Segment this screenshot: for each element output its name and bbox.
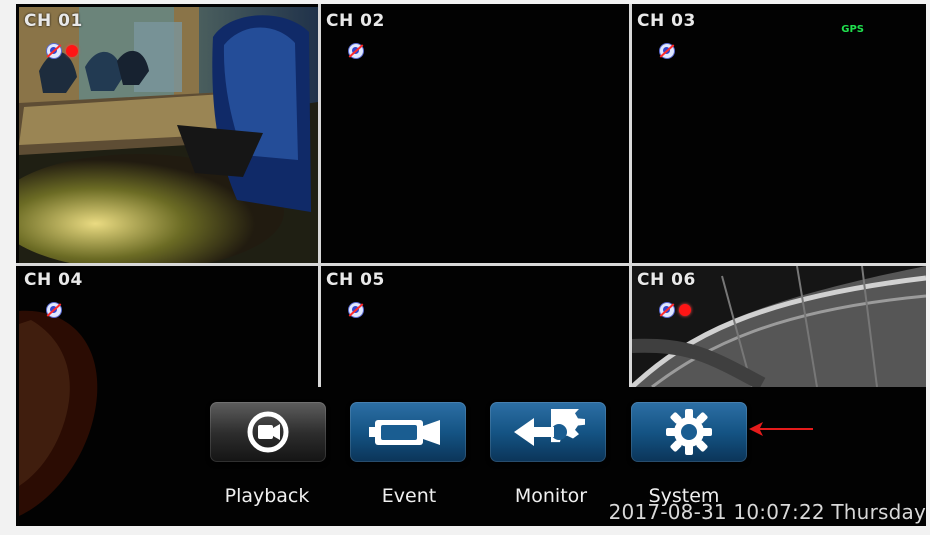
- no-audio-icon: [46, 43, 62, 59]
- monitor-gear-arrow-icon: [514, 409, 585, 446]
- channel-status-icons: [46, 302, 62, 318]
- main-menu-bar: Playback Event Monitor System 2017-08-31…: [196, 387, 926, 526]
- event-label: Event: [381, 485, 437, 507]
- dvr-screen: CH 01 CH 02 CH 03 GPS CH 04 CH 05 CH 06 …: [16, 4, 926, 526]
- channel-label: CH 03: [637, 11, 696, 31]
- channel-01-view[interactable]: CH 01: [19, 7, 318, 263]
- channel-06-view[interactable]: CH 06: [632, 266, 926, 387]
- channel-02-view[interactable]: CH 02: [321, 7, 629, 263]
- monitor-button[interactable]: [490, 402, 606, 462]
- playback-label: Playback: [224, 485, 310, 507]
- channel-03-view[interactable]: CH 03 GPS: [632, 7, 926, 263]
- gps-status: GPS: [841, 24, 864, 35]
- channel-status-icons: [46, 43, 78, 59]
- recording-indicator-icon: [66, 45, 78, 57]
- channel-status-icons: [348, 43, 364, 59]
- channel-status-icons: [659, 43, 675, 59]
- event-button[interactable]: [350, 402, 466, 462]
- channel-status-icons: [659, 302, 691, 318]
- channel-label: CH 05: [326, 270, 385, 290]
- gear-icon: [666, 409, 712, 455]
- system-datetime: 2017-08-31 10:07:22 Thursday: [608, 500, 926, 524]
- no-audio-icon: [348, 43, 364, 59]
- system-button[interactable]: [631, 402, 747, 462]
- no-audio-icon: [659, 302, 675, 318]
- event-menu-item[interactable]: Event: [350, 387, 480, 507]
- channel-label: CH 06: [637, 270, 696, 290]
- no-audio-icon: [659, 43, 675, 59]
- channel-label: CH 04: [24, 270, 83, 290]
- playback-button[interactable]: [210, 402, 326, 462]
- no-audio-icon: [348, 302, 364, 318]
- recording-indicator-icon: [679, 304, 691, 316]
- system-menu-item[interactable]: System: [631, 387, 761, 507]
- monitor-label: Monitor: [514, 485, 588, 507]
- red-pointer-arrow-icon: [749, 422, 813, 436]
- monitor-menu-item[interactable]: Monitor: [490, 387, 620, 507]
- no-audio-icon: [46, 302, 62, 318]
- channel-label: CH 02: [326, 11, 385, 31]
- channel-status-icons: [348, 302, 364, 318]
- camera-circle-icon: [247, 411, 289, 453]
- camera-icon: [369, 420, 440, 445]
- playback-menu-item[interactable]: Playback: [210, 387, 340, 507]
- channel-label: CH 01: [24, 11, 83, 31]
